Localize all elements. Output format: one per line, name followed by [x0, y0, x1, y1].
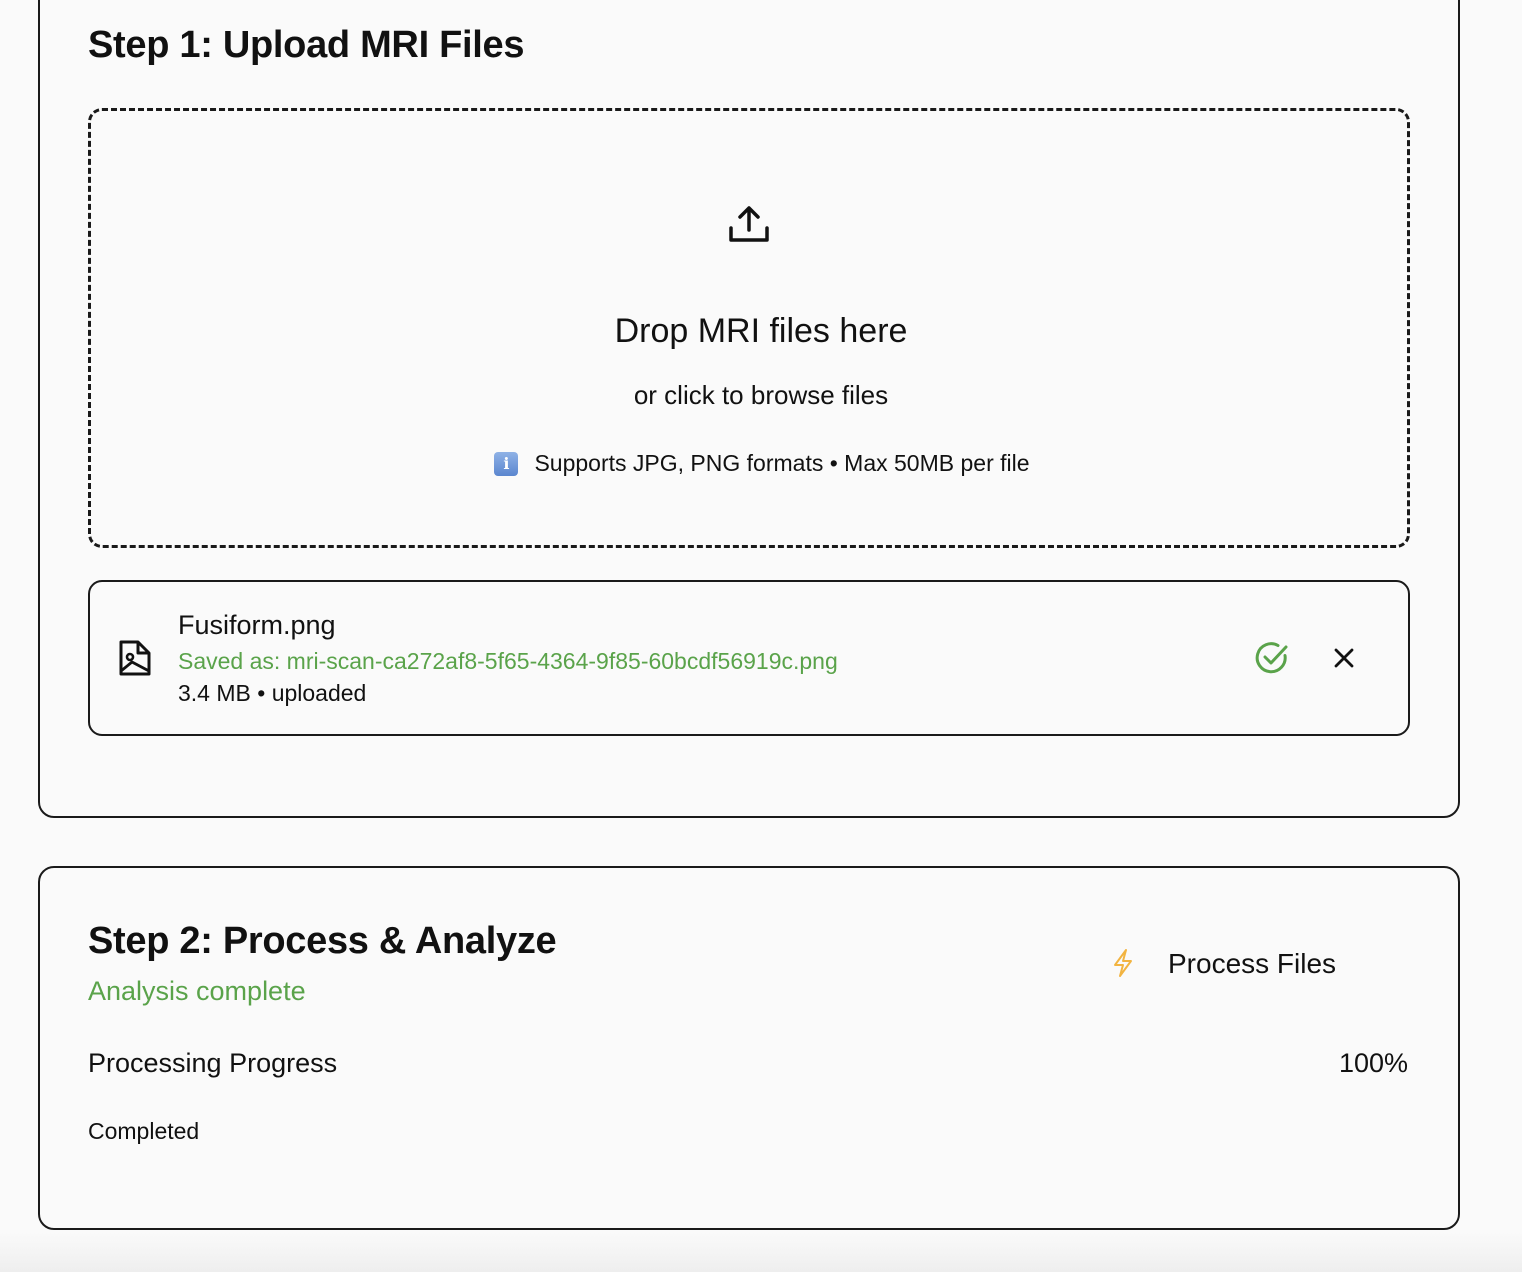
- file-image-icon: [119, 640, 151, 676]
- file-saved-as: Saved as: mri-scan-ca272af8-5f65-4364-9f…: [178, 648, 838, 674]
- bottom-fade: [0, 1232, 1522, 1272]
- check-circle-icon: [1255, 642, 1288, 674]
- progress-label: Processing Progress: [88, 1048, 338, 1078]
- remove-file-button[interactable]: [1326, 640, 1362, 676]
- dropzone-info-text: Supports JPG, PNG formats • Max 50MB per…: [534, 450, 1030, 476]
- process-files-label[interactable]: Process Files: [1168, 948, 1336, 980]
- progress-value: 100%: [1338, 1048, 1408, 1078]
- analysis-status: Analysis complete: [88, 976, 306, 1006]
- dropzone-info: i Supports JPG, PNG formats • Max 50MB p…: [0, 450, 1522, 477]
- dropzone-subtitle[interactable]: or click to browse files: [0, 380, 1522, 411]
- upload-icon: [729, 206, 769, 242]
- close-icon: [1334, 648, 1354, 668]
- info-icon: i: [494, 451, 519, 476]
- file-name: Fusiform.png: [178, 610, 336, 640]
- step2-title: Step 2: Process & Analyze: [88, 920, 557, 962]
- bolt-icon: [1114, 949, 1132, 977]
- progress-state: Completed: [88, 1118, 200, 1144]
- file-meta: 3.4 MB • uploaded: [178, 680, 367, 706]
- step1-title: Step 1: Upload MRI Files: [88, 24, 525, 66]
- dropzone-title: Drop MRI files here: [614, 312, 908, 350]
